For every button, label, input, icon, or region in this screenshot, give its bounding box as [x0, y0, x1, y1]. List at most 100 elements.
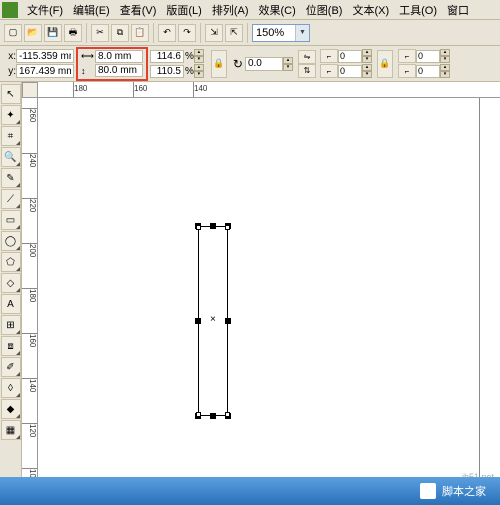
copy-icon[interactable]: ⧉ [111, 24, 129, 42]
x-position-input[interactable] [16, 49, 74, 63]
menu-tools[interactable]: 工具(O) [394, 0, 442, 20]
center-marker[interactable]: × [210, 314, 216, 325]
spin-down[interactable]: ▾ [194, 71, 204, 78]
spin-down[interactable]: ▾ [362, 56, 372, 63]
app-icon [2, 2, 18, 18]
spin-up[interactable]: ▴ [283, 57, 293, 64]
percent-label: % [185, 51, 194, 62]
rectangle-tool[interactable]: ▭ [1, 210, 21, 230]
new-icon[interactable]: ▢ [4, 24, 22, 42]
spin-up[interactable]: ▴ [362, 49, 372, 56]
scale-x-input[interactable] [150, 50, 184, 63]
spin-down[interactable]: ▾ [362, 71, 372, 78]
zoom-tool[interactable]: 🔍 [1, 147, 21, 167]
save-icon[interactable]: 💾 [44, 24, 62, 42]
selection-handle-tm[interactable] [210, 223, 216, 229]
crop-tool[interactable]: ⌗ [1, 126, 21, 146]
cut-icon[interactable]: ✂ [91, 24, 109, 42]
zoom-combo[interactable]: ▼ [252, 24, 310, 42]
corner-icon[interactable]: ⌐ [320, 64, 338, 78]
export-icon[interactable]: ⇱ [225, 24, 243, 42]
corner2-input[interactable] [338, 65, 362, 78]
polygon-tool[interactable]: ⬠ [1, 252, 21, 272]
vertical-ruler[interactable]: 260 240 220 200 180 160 140 120 100 [22, 98, 38, 502]
ruler-origin[interactable] [22, 82, 38, 98]
spin-down[interactable]: ▾ [194, 56, 204, 63]
menu-bar: 文件(F) 编辑(E) 查看(V) 版面(L) 排列(A) 效果(C) 位图(B… [0, 0, 500, 20]
menu-arrange[interactable]: 排列(A) [207, 0, 254, 20]
fill-tool[interactable]: ◆ [1, 399, 21, 419]
lock-icon[interactable]: 🔒 [377, 50, 393, 78]
corner-icon[interactable]: ⌐ [398, 49, 416, 63]
selection-handle-ml[interactable] [195, 318, 201, 324]
rotation-input[interactable] [245, 57, 283, 71]
text-tool[interactable]: A [1, 294, 21, 314]
drawing-canvas[interactable]: × jb51.net [38, 98, 500, 502]
selection-handle-bm[interactable] [210, 413, 216, 419]
corner3-input[interactable] [416, 50, 440, 63]
basic-shapes-tool[interactable]: ◇ [1, 273, 21, 293]
spin-up[interactable]: ▴ [440, 64, 450, 71]
percent-label: % [185, 66, 194, 77]
menu-window[interactable]: 窗口 [442, 0, 474, 20]
node-handle[interactable] [196, 412, 201, 417]
menu-view[interactable]: 查看(V) [115, 0, 162, 20]
mirror-h-icon[interactable]: ⇋ [298, 50, 316, 64]
shape-tool[interactable]: ✦ [1, 105, 21, 125]
paste-icon[interactable]: 📋 [131, 24, 149, 42]
chevron-down-icon[interactable]: ▼ [295, 25, 309, 41]
outline-tool[interactable]: ◊ [1, 378, 21, 398]
smart-tool[interactable]: ⟋ [1, 189, 21, 209]
menu-edit[interactable]: 编辑(E) [68, 0, 115, 20]
corner4-input[interactable] [416, 65, 440, 78]
spin-up[interactable]: ▴ [362, 64, 372, 71]
node-handle[interactable] [196, 225, 201, 230]
selection-handle-mr[interactable] [225, 318, 231, 324]
node-handle[interactable] [225, 412, 230, 417]
height-input[interactable] [95, 64, 143, 77]
lock-ratio-icon[interactable]: 🔒 [211, 50, 227, 78]
footer-bar: 脚本之家 [0, 477, 500, 505]
width-input[interactable] [95, 50, 143, 63]
eyedropper-tool[interactable]: ✐ [1, 357, 21, 377]
import-icon[interactable]: ⇲ [205, 24, 223, 42]
spin-down[interactable]: ▾ [440, 56, 450, 63]
rotation-icon: ↻ [233, 57, 243, 71]
rotation-group: ↻ ▴▾ [233, 57, 293, 71]
ruler-tick: 160 [22, 333, 37, 334]
spin-down[interactable]: ▾ [440, 71, 450, 78]
print-icon[interactable]: 🖶 [64, 24, 82, 42]
property-bar: x: y: ⟷ ↕ %▴▾ %▴▾ 🔒 ↻ ▴▾ ⇋ ⇅ ⌐▴▾ ⌐▴▾ 🔒 ⌐… [0, 46, 500, 82]
menu-effects[interactable]: 效果(C) [254, 0, 301, 20]
spin-down[interactable]: ▾ [283, 64, 293, 71]
corner-icon[interactable]: ⌐ [398, 64, 416, 78]
menu-layout[interactable]: 版面(L) [161, 0, 206, 20]
menu-text[interactable]: 文本(X) [347, 0, 394, 20]
scale-y-input[interactable] [150, 65, 184, 78]
zoom-input[interactable] [253, 27, 295, 39]
redo-icon[interactable]: ↷ [178, 24, 196, 42]
open-icon[interactable]: 📂 [24, 24, 42, 42]
table-tool[interactable]: ⊞ [1, 315, 21, 335]
menu-file[interactable]: 文件(F) [22, 0, 68, 20]
freehand-tool[interactable]: ✎ [1, 168, 21, 188]
pick-tool[interactable]: ↖ [1, 84, 21, 104]
node-handle[interactable] [225, 225, 230, 230]
spin-up[interactable]: ▴ [194, 49, 204, 56]
corner1-input[interactable] [338, 50, 362, 63]
undo-icon[interactable]: ↶ [158, 24, 176, 42]
spin-up[interactable]: ▴ [440, 49, 450, 56]
menu-bitmaps[interactable]: 位图(B) [301, 0, 348, 20]
y-label: y: [4, 66, 16, 77]
ruler-tick: 220 [22, 198, 37, 199]
corner-icon[interactable]: ⌐ [320, 49, 338, 63]
horizontal-ruler[interactable]: 180 160 140 [38, 82, 500, 98]
ellipse-tool[interactable]: ◯ [1, 231, 21, 251]
y-position-input[interactable] [16, 64, 74, 78]
spin-up[interactable]: ▴ [194, 64, 204, 71]
ruler-tick: 240 [22, 153, 37, 154]
blend-tool[interactable]: ⧈ [1, 336, 21, 356]
page-edge [479, 98, 480, 502]
interactive-fill-tool[interactable]: ▦ [1, 420, 21, 440]
mirror-v-icon[interactable]: ⇅ [298, 64, 316, 78]
